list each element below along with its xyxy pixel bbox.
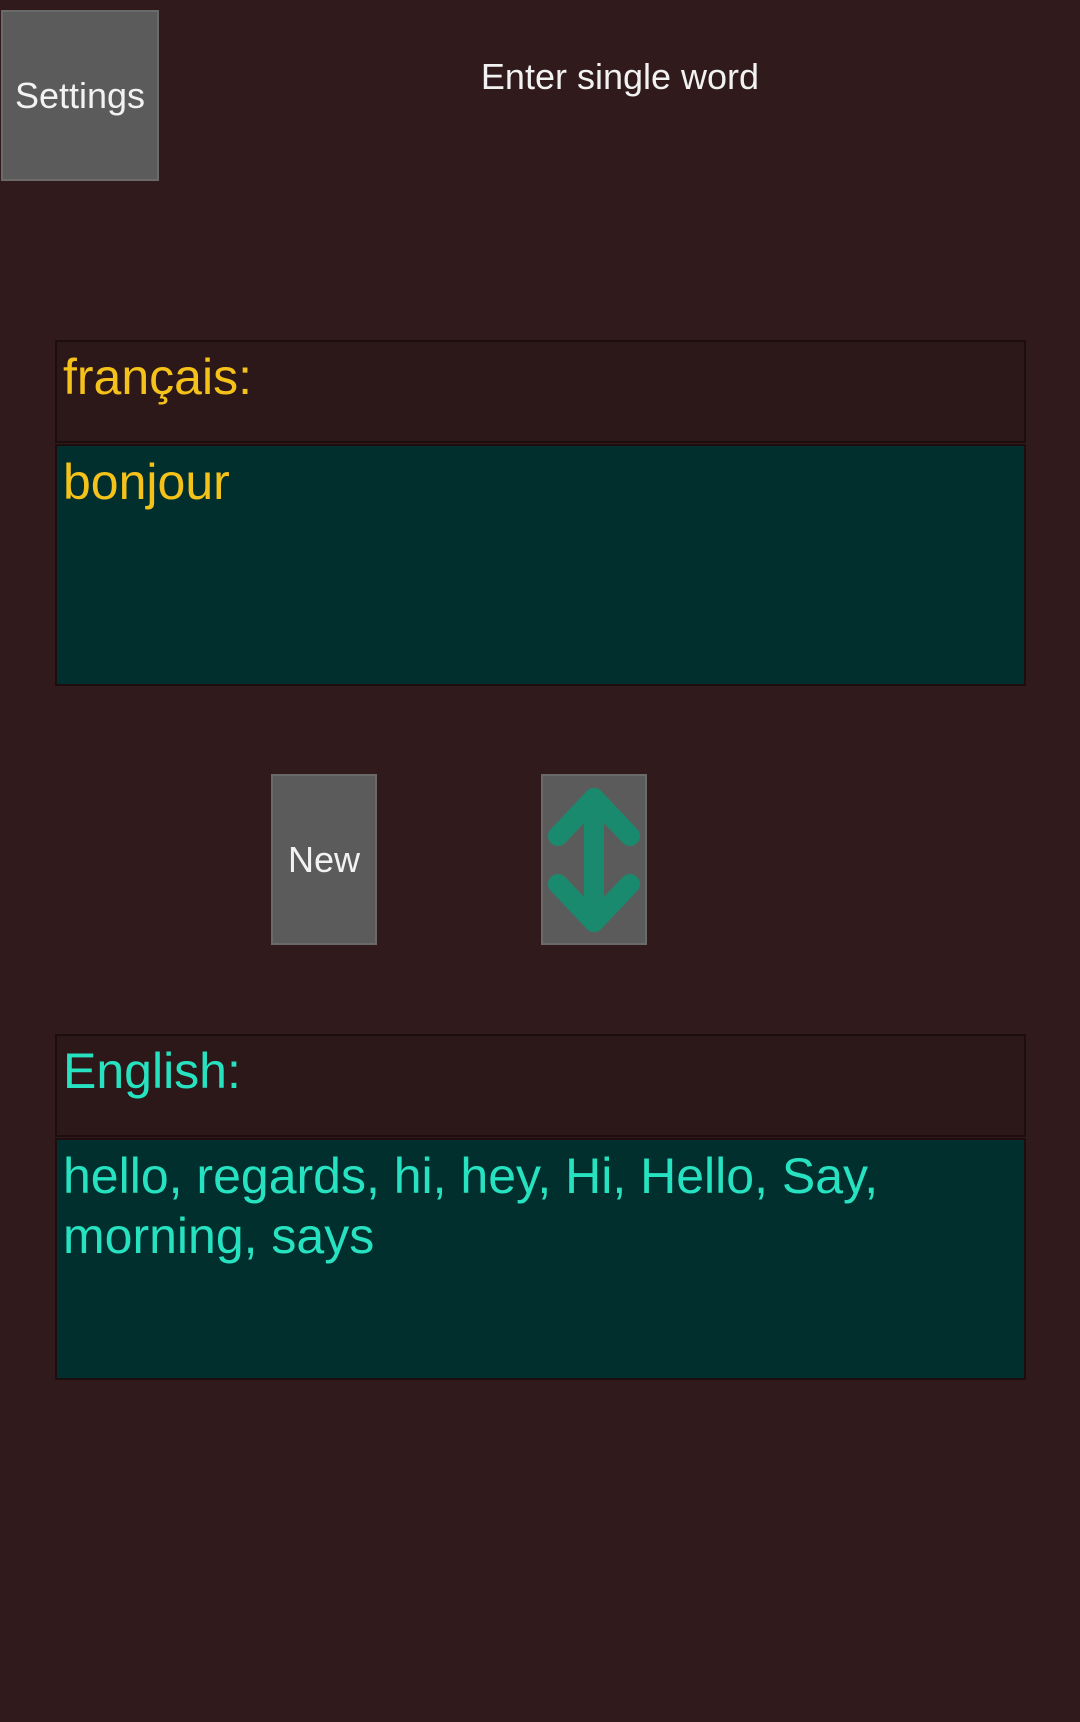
- swap-languages-button[interactable]: [541, 774, 647, 945]
- source-text-field[interactable]: bonjour: [55, 444, 1026, 686]
- up-down-arrow-icon: [544, 780, 644, 940]
- settings-button[interactable]: Settings: [1, 10, 159, 181]
- source-language-label: français:: [55, 340, 1026, 443]
- input-hint: Enter single word: [480, 56, 760, 97]
- new-button[interactable]: New: [271, 774, 377, 945]
- translation-output-field: hello, regards, hi, hey, Hi, Hello, Say,…: [55, 1138, 1026, 1380]
- target-language-label: English:: [55, 1034, 1026, 1137]
